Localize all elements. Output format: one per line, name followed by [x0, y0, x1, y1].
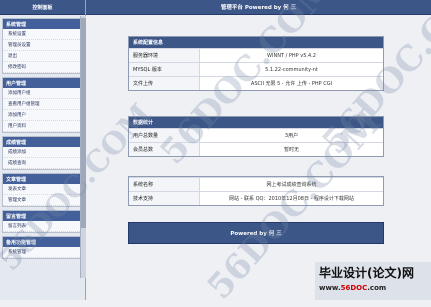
info-row: 服务器环境 WINNT / PHP v5.4.2 — [129, 48, 383, 62]
sysinfo-rows: 服务器环境 WINNT / PHP v5.4.2 MYSQL 版本 5.1.22-co… — [129, 48, 383, 90]
stats-rows: 用户总数量 3用户会员总数 暂时无 — [129, 128, 383, 156]
sidebar-item[interactable]: 添加用户 — [3, 110, 82, 121]
info-row: 文件上传 ASCII 无限 5 - 允许 上传 - PHP CGI — [129, 76, 383, 90]
info-value: 网上考试成绩查询系统 — [266, 182, 317, 188]
sidebar-group-header[interactable]: 留言管理 — [3, 211, 82, 221]
info-label: 会员总数 — [129, 143, 200, 156]
about-rows: 系统名称 网上考试成绩查询系统技术支持 网站 - 联系 QQ：2010年12月08日… — [129, 177, 383, 205]
footer-bar: Powered by 何 三 — [128, 222, 384, 244]
info-value: 5.1.22-community-nt — [265, 66, 318, 73]
sidebar-groups: 系统管理 系统设置 管理员设置 退出 修改密码 用户管理 添加用户组 查看用户组管理 添加用户用… — [0, 18, 85, 259]
sidebar-item[interactable]: 查看用户组管理 — [3, 99, 82, 110]
stats-title: 数据统计 — [129, 117, 383, 128]
sidebar-item[interactable]: 发表文章 — [3, 184, 82, 195]
sidebar-group-header[interactable]: 备用功能管理 — [3, 237, 82, 247]
sidebar-item[interactable]: 成绩查询 — [3, 158, 82, 169]
info-value: 网站 - 联系 QQ：2010年12月08日 - 程序设计下载网站 — [229, 196, 354, 202]
info-row: 系统名称 网上考试成绩查询系统 — [129, 177, 383, 191]
info-label: 文件上传 — [129, 77, 200, 90]
sidebar-item[interactable]: 修改密码 — [3, 62, 82, 73]
sidebar-item[interactable]: 退出 — [3, 51, 82, 62]
sidebar-item[interactable]: 系统设置 — [3, 29, 82, 40]
info-row: 用户总数量 3用户 — [129, 128, 383, 142]
info-value: 3用户 — [284, 133, 299, 139]
badge-title: 毕业设计(论文)网 — [319, 266, 414, 280]
sidebar-group: 用户管理 添加用户组 查看用户组管理 添加用户 用户资料 — [2, 77, 83, 133]
info-value: ASCII 无限 5 - 允许 上传 - PHP CGI — [250, 81, 333, 87]
sidebar-item[interactable]: 管理员设置 — [3, 40, 82, 51]
site-badge: 毕业设计(论文)网 www.56DOC.com — [315, 262, 431, 300]
info-value: WINNT / PHP v5.4.2 — [267, 52, 316, 59]
info-label: 服务器环境 — [129, 49, 200, 62]
sysinfo-title: 系统配置信息 — [129, 37, 383, 48]
scrollbar-thumb[interactable] — [81, 18, 86, 228]
info-label: 技术支持 — [129, 192, 200, 205]
info-label: MYSQL 版本 — [129, 63, 200, 76]
sidebar-group: 文章管理 发表文章 管理文章 — [2, 173, 83, 207]
sidebar-scrollbar[interactable] — [80, 16, 86, 278]
sidebar-item[interactable]: 系统管理 — [3, 247, 82, 258]
info-row: MYSQL 版本 5.1.22-community-nt — [129, 62, 383, 76]
info-row: 会员总数 暂时无 — [129, 142, 383, 156]
sidebar-group: 备用功能管理 系统管理 — [2, 236, 83, 259]
sysinfo-panel: 系统配置信息 服务器环境 WINNT / PHP v5.4.2 MYSQL 版本 5.… — [128, 36, 384, 91]
sidebar-title: 控制面板 — [0, 0, 85, 15]
info-label: 用户总数量 — [129, 129, 200, 142]
sidebar-item[interactable]: 用户资料 — [3, 121, 82, 132]
sidebar-item[interactable]: 添加用户组 — [3, 88, 82, 99]
sidebar-group-header[interactable]: 成绩管理 — [3, 137, 82, 147]
sidebar-group: 系统管理 系统设置 管理员设置 退出 修改密码 — [2, 18, 83, 74]
info-row: 技术支持 网站 - 联系 QQ：2010年12月08日 - 程序设计下载网站 — [129, 191, 383, 205]
stats-panel: 数据统计 用户总数量 3用户会员总数 暂时无 — [128, 116, 384, 157]
badge-url: www.56DOC.com — [319, 284, 387, 292]
sidebar-group-header[interactable]: 文章管理 — [3, 174, 82, 184]
sidebar-group: 成绩管理 成绩添加 成绩查询 — [2, 136, 83, 170]
info-label: 系统名称 — [129, 178, 200, 191]
sidebar-item[interactable]: 留言列表 — [3, 221, 82, 232]
sidebar-group: 留言管理 留言列表 — [2, 210, 83, 233]
about-panel: 系统名称 网上考试成绩查询系统技术支持 网站 - 联系 QQ：2010年12月08日… — [128, 176, 384, 206]
top-header: 管理平台 Powered by 何 三 — [86, 0, 431, 15]
sidebar-item[interactable]: 成绩添加 — [3, 147, 82, 158]
sidebar-group-header[interactable]: 用户管理 — [3, 78, 82, 88]
sidebar: 控制面板 系统管理 系统设置 管理员设置 退出 修改密码 用户管理 添加用户组 查看用户组管理… — [0, 0, 86, 300]
sidebar-group-header[interactable]: 系统管理 — [3, 19, 82, 29]
sidebar-item[interactable]: 管理文章 — [3, 195, 82, 206]
info-value: 暂时无 — [283, 147, 299, 153]
